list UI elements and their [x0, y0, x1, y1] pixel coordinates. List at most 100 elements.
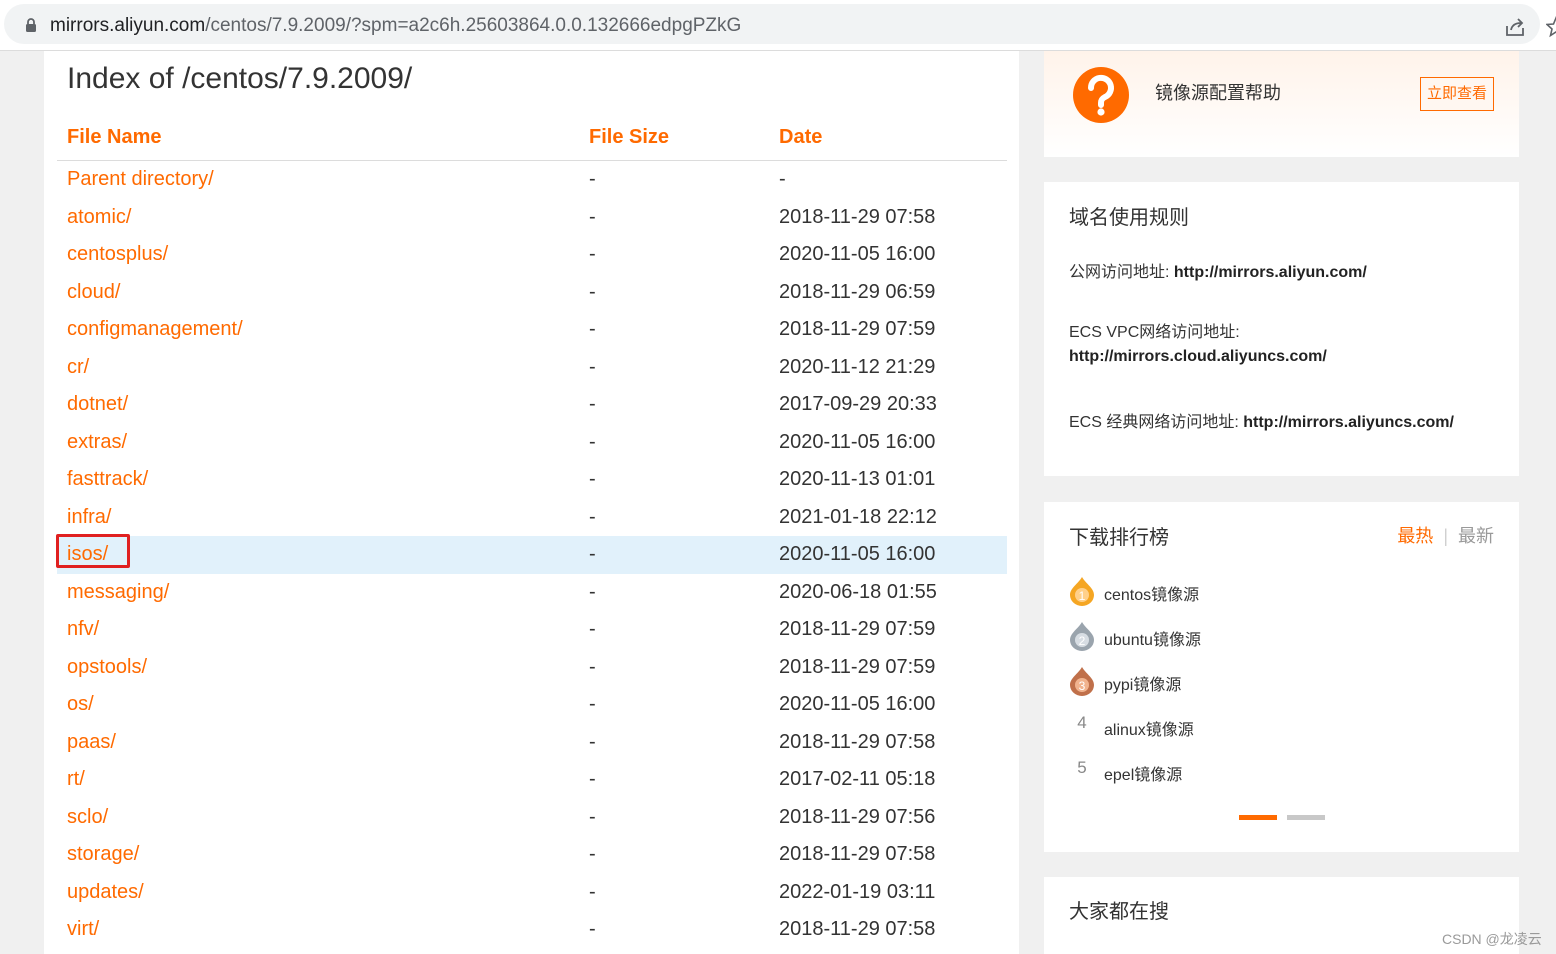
table-row[interactable]: messaging/ - 2020-06-18 01:55 — [57, 574, 1007, 612]
column-header-date: Date — [779, 126, 823, 148]
ranking-tabs: 最热 | 最新 — [1397, 522, 1494, 548]
file-date: 2020-11-05 16:00 — [779, 543, 936, 565]
page-title: Index of /centos/7.9.2009/ — [67, 62, 413, 95]
file-name-link[interactable]: infra/ — [67, 499, 111, 537]
lock-icon[interactable] — [24, 17, 38, 33]
file-name-link[interactable]: nfv/ — [67, 611, 99, 649]
file-date: 2018-11-29 07:58 — [779, 205, 936, 228]
file-table: Parent directory/ - - atomic/ - 2018-11-29 07… — [57, 161, 1007, 949]
file-name-link[interactable]: updates/ — [67, 874, 144, 912]
file-date: 2020-11-13 01:01 — [779, 468, 936, 490]
file-date: 2017-02-11 05:18 — [779, 768, 936, 790]
table-row[interactable]: sclo/ - 2018-11-29 07:56 — [57, 799, 1007, 837]
public-address-url[interactable]: http://mirrors.aliyun.com/ — [1174, 264, 1367, 281]
file-name-link[interactable]: configmanagement/ — [67, 311, 243, 349]
file-name-link[interactable]: os/ — [67, 686, 94, 724]
carousel-indicator[interactable] — [1287, 815, 1325, 820]
carousel-indicator-active[interactable] — [1239, 815, 1277, 820]
file-name-link[interactable]: cloud/ — [67, 274, 120, 312]
table-row[interactable]: infra/ - 2021-01-18 22:12 — [57, 499, 1007, 537]
download-ranking-card: 下载排行榜 最热 | 最新 1 centos镜像源 2 ubuntu镜像源 3 pypi镜像源… — [1044, 502, 1519, 852]
table-row[interactable]: storage/ - 2018-11-29 07:58 — [57, 836, 1007, 874]
table-row[interactable]: Parent directory/ - - — [57, 161, 1007, 199]
file-size: - — [589, 393, 596, 415]
table-row[interactable]: cr/ - 2020-11-12 21:29 — [57, 349, 1007, 387]
address-bar[interactable]: mirrors.aliyun.com/centos/7.9.2009/?spm=… — [4, 4, 1556, 44]
file-name-link[interactable]: rt/ — [67, 761, 85, 799]
mirror-help-card: 镜像源配置帮助 立即查看 — [1044, 51, 1519, 157]
file-size: - — [589, 730, 596, 753]
file-name-link[interactable]: opstools/ — [67, 649, 147, 687]
file-name-link[interactable]: centosplus/ — [67, 236, 168, 274]
file-date: 2018-11-29 07:59 — [779, 618, 936, 640]
file-name-link[interactable]: paas/ — [67, 724, 116, 762]
tab-newest[interactable]: 最新 — [1458, 526, 1494, 546]
rank-number: 4 — [1077, 713, 1087, 732]
table-row[interactable]: atomic/ - 2018-11-29 07:58 — [57, 199, 1007, 237]
file-name-link[interactable]: Parent directory/ — [67, 161, 214, 199]
classic-address-label: ECS 经典网络访问地址: — [1069, 414, 1239, 431]
directory-listing-panel: Index of /centos/7.9.2009/ File Name Fil… — [44, 51, 1019, 954]
file-name-link[interactable]: extras/ — [67, 424, 127, 462]
ranking-item-label: centos镜像源 — [1104, 587, 1200, 604]
file-size: - — [589, 880, 596, 903]
table-row[interactable]: configmanagement/ - 2018-11-29 07:59 — [57, 311, 1007, 349]
file-name-link[interactable]: storage/ — [67, 836, 139, 874]
file-name-link[interactable]: sclo/ — [67, 799, 108, 837]
file-size: - — [589, 430, 596, 453]
table-row[interactable]: paas/ - 2018-11-29 07:58 — [57, 724, 1007, 762]
file-size: - — [589, 843, 596, 865]
rules-title: 域名使用规则 — [1069, 207, 1189, 229]
file-name-link[interactable]: dotnet/ — [67, 386, 128, 424]
view-now-button[interactable]: 立即查看 — [1420, 77, 1494, 111]
file-size: - — [589, 618, 596, 640]
file-size: - — [589, 243, 596, 265]
file-name-link[interactable]: cr/ — [67, 349, 89, 387]
classic-address-url[interactable]: http://mirrors.aliyuncs.com/ — [1243, 414, 1454, 431]
table-row[interactable]: cloud/ - 2018-11-29 06:59 — [57, 274, 1007, 312]
table-row[interactable]: centosplus/ - 2020-11-05 16:00 — [57, 236, 1007, 274]
url-text[interactable]: mirrors.aliyun.com/centos/7.9.2009/?spm=… — [50, 14, 741, 38]
public-address-line: 公网访问地址: http://mirrors.aliyun.com/ — [1069, 258, 1367, 282]
file-name-link[interactable]: fasttrack/ — [67, 461, 148, 499]
tab-separator: | — [1443, 526, 1448, 546]
table-row[interactable]: dotnet/ - 2017-09-29 20:33 — [57, 386, 1007, 424]
star-icon[interactable] — [1546, 16, 1556, 38]
file-date: 2018-11-29 07:56 — [779, 805, 936, 828]
file-date: 2020-11-05 16:00 — [779, 243, 936, 265]
table-row[interactable]: os/ - 2020-11-05 16:00 — [57, 686, 1007, 724]
table-row[interactable]: nfv/ - 2018-11-29 07:59 — [57, 611, 1007, 649]
file-date: 2020-11-12 21:29 — [779, 355, 936, 378]
file-date: 2018-11-29 06:59 — [779, 280, 936, 303]
vpc-address-url[interactable]: http://mirrors.cloud.aliyuncs.com/ — [1069, 348, 1327, 365]
table-row[interactable]: virt/ - 2018-11-29 07:58 — [57, 911, 1007, 949]
vpc-address-label: ECS VPC网络访问地址: — [1069, 324, 1240, 341]
file-size: - — [589, 918, 596, 940]
help-title: 镜像源配置帮助 — [1155, 83, 1281, 103]
file-size: - — [589, 355, 596, 378]
table-row[interactable]: fasttrack/ - 2020-11-13 01:01 — [57, 461, 1007, 499]
domain-rules-card: 域名使用规则 公网访问地址: http://mirrors.aliyun.com… — [1044, 182, 1519, 476]
table-row[interactable]: extras/ - 2020-11-05 16:00 — [57, 424, 1007, 462]
file-name-link[interactable]: messaging/ — [67, 574, 169, 612]
file-size: - — [589, 205, 596, 228]
tab-hottest[interactable]: 最热 — [1397, 526, 1433, 546]
classic-address-line: ECS 经典网络访问地址: http://mirrors.aliyuncs.co… — [1069, 408, 1454, 432]
question-icon — [1073, 67, 1129, 123]
file-size: - — [589, 805, 596, 828]
ranking-item-label: alinux镜像源 — [1104, 722, 1194, 739]
table-row[interactable]: updates/ - 2022-01-19 03:11 — [57, 874, 1007, 912]
table-row[interactable]: isos/-2020-11-05 16:00 — [57, 536, 1007, 574]
rank-medal-icon: 3 — [1070, 667, 1094, 696]
file-name-link[interactable]: atomic/ — [67, 199, 131, 237]
table-row[interactable]: opstools/ - 2018-11-29 07:59 — [57, 649, 1007, 687]
share-icon[interactable] — [1504, 16, 1526, 38]
file-size: - — [589, 655, 596, 678]
ranking-item-label: epel镜像源 — [1104, 767, 1183, 784]
file-size: - — [589, 280, 596, 303]
file-name-link[interactable]: virt/ — [67, 911, 99, 949]
table-row[interactable]: rt/ - 2017-02-11 05:18 — [57, 761, 1007, 799]
csdn-watermark: CSDN @龙凌云 — [1442, 931, 1542, 947]
file-date: 2020-06-18 01:55 — [779, 580, 937, 603]
browser-toolbar: mirrors.aliyun.com/centos/7.9.2009/?spm=… — [0, 0, 1556, 51]
